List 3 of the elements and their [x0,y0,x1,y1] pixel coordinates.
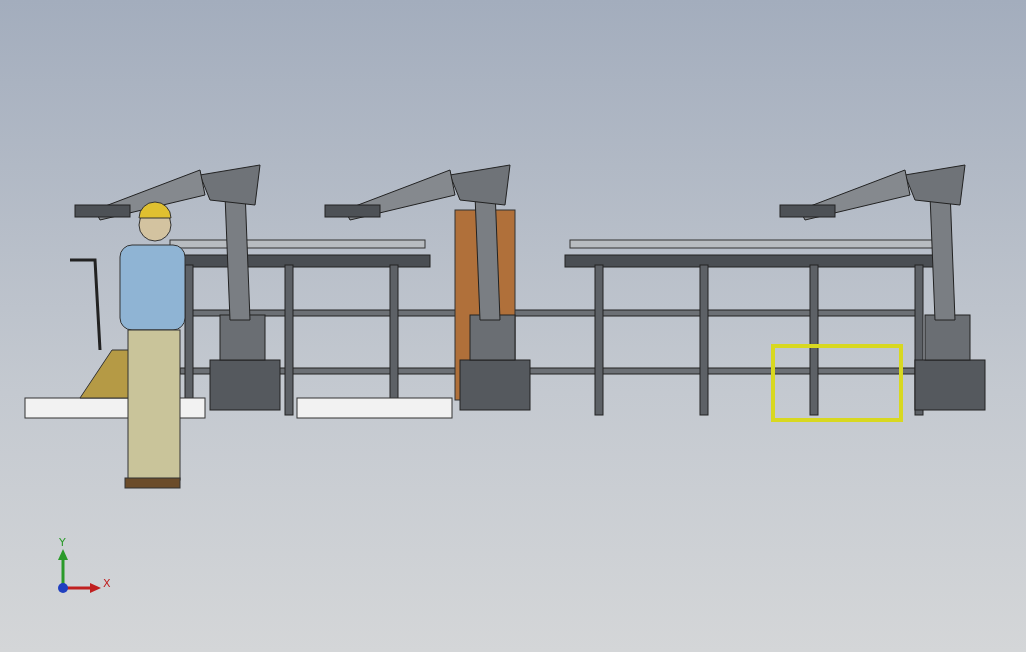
x-axis-label: X [103,577,111,590]
axis-triad-icon [58,549,101,593]
y-axis-label: Y [59,536,66,549]
